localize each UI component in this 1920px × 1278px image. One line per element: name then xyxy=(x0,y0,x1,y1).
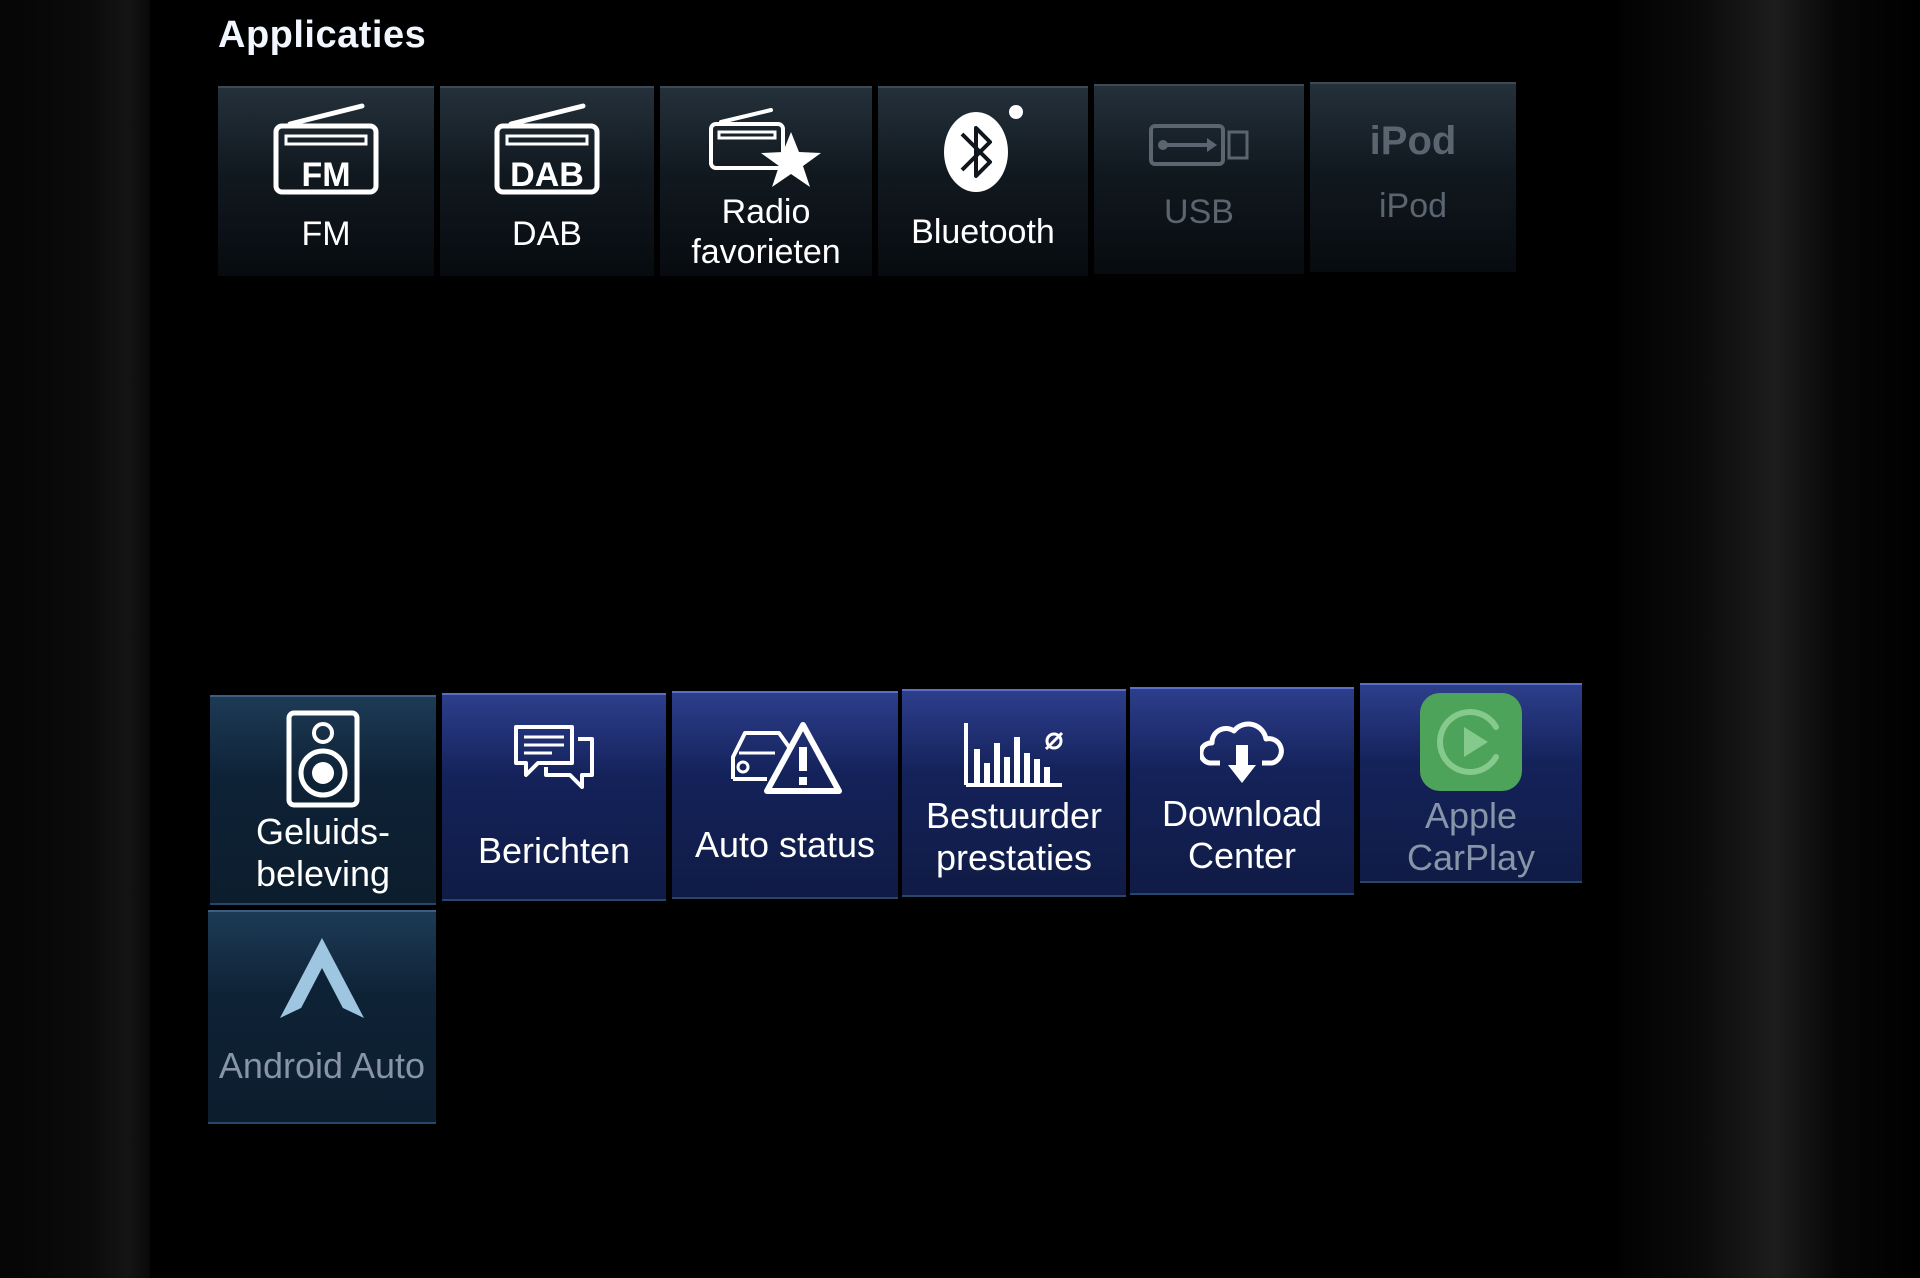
usb-icon xyxy=(1147,120,1251,170)
svg-text:FM: FM xyxy=(301,156,350,194)
screen-bezel-right xyxy=(1600,0,1920,1278)
app-tile-dab[interactable]: DAB DAB xyxy=(440,86,654,276)
app-tile-download-center[interactable]: Download Center xyxy=(1130,687,1354,895)
carplay-icon xyxy=(1418,691,1524,793)
messages-icon xyxy=(512,723,596,795)
app-tile-geluidsbeleving-label: Geluids- beleving xyxy=(255,811,391,894)
page-title: Applicaties xyxy=(218,14,427,56)
app-tile-dab-label: DAB xyxy=(512,215,582,253)
app-tile-android-auto-label: Android Auto xyxy=(218,1045,426,1086)
app-tile-android-auto[interactable]: Android Auto xyxy=(208,910,436,1124)
app-tile-fm-label: FM xyxy=(301,215,351,253)
ipod-icon: iPod xyxy=(1358,114,1468,164)
cloud-download-icon xyxy=(1200,715,1284,787)
app-tile-apple-carplay[interactable]: Apple CarPlay xyxy=(1360,683,1582,883)
svg-text:iPod: iPod xyxy=(1370,119,1457,163)
app-tile-usb[interactable]: USB xyxy=(1094,84,1304,274)
app-tile-bestuurder-prestaties-label: Bestuurder prestaties xyxy=(925,795,1103,878)
app-tile-auto-status-label: Auto status xyxy=(694,824,876,865)
app-tile-ipod-label: iPod xyxy=(1378,187,1448,225)
app-tile-fm[interactable]: FM FM xyxy=(218,86,434,276)
app-tile-usb-label: USB xyxy=(1164,193,1234,231)
bar-chart-icon xyxy=(962,719,1066,789)
app-tile-geluidsbeleving[interactable]: Geluids- beleving xyxy=(210,695,436,905)
app-tile-bluetooth[interactable]: Bluetooth xyxy=(878,86,1088,276)
app-tile-berichten-label: Berichten xyxy=(477,830,631,871)
app-tile-download-center-label: Download Center xyxy=(1161,793,1323,876)
fm-radio-icon: FM xyxy=(270,102,382,198)
app-tile-radio-favorieten[interactable]: Radio favorieten xyxy=(660,86,872,276)
app-tile-bluetooth-label: Bluetooth xyxy=(911,213,1055,251)
bluetooth-icon xyxy=(938,100,1028,196)
svg-text:DAB: DAB xyxy=(510,156,584,194)
app-tile-apple-carplay-label: Apple CarPlay xyxy=(1406,795,1536,878)
app-tile-bestuurder-prestaties[interactable]: Bestuurder prestaties xyxy=(902,689,1126,897)
app-tile-radio-favorieten-label: Radio favorieten xyxy=(691,193,841,271)
speaker-icon xyxy=(285,709,361,809)
android-auto-icon xyxy=(276,934,368,1022)
radio-favorite-star-icon xyxy=(707,108,825,188)
dab-radio-icon: DAB xyxy=(491,102,603,198)
app-tile-berichten[interactable]: Berichten xyxy=(442,693,666,901)
screen-bezel-left xyxy=(0,0,160,1278)
app-tile-ipod[interactable]: iPod iPod xyxy=(1310,82,1516,272)
car-warning-icon xyxy=(727,719,843,795)
app-tile-auto-status[interactable]: Auto status xyxy=(672,691,898,899)
